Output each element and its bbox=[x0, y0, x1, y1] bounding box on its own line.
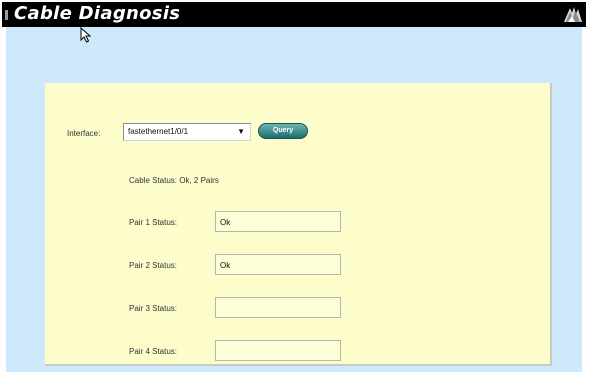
title-bar: Cable Diagnosis bbox=[2, 2, 586, 27]
pair-4-status-label: Pair 4 Status: bbox=[129, 347, 178, 356]
interface-label: Interface: bbox=[67, 129, 101, 138]
pair-3-status-label: Pair 3 Status: bbox=[129, 304, 178, 313]
diagnosis-panel: Interface: fastethernet1/0/1 ▼ Query Cab… bbox=[45, 83, 552, 366]
cisco-bridge-logo-icon bbox=[564, 7, 582, 22]
pair-2-status-label: Pair 2 Status: bbox=[129, 261, 178, 270]
interface-select[interactable]: fastethernet1/0/1 ▼ bbox=[123, 123, 251, 141]
query-button[interactable]: Query bbox=[258, 123, 308, 139]
pair-3-status-field bbox=[215, 297, 341, 318]
mouse-pointer-icon bbox=[80, 27, 92, 43]
pair-4-status-field bbox=[215, 340, 341, 361]
cable-status-text: Cable Status: Ok, 2 Pairs bbox=[129, 176, 219, 185]
pair-1-status-field: Ok bbox=[215, 211, 341, 232]
pair-2-status-value: Ok bbox=[220, 261, 231, 270]
pair-1-status-value: Ok bbox=[220, 218, 231, 227]
title-mark bbox=[5, 10, 8, 20]
pair-1-status-label: Pair 1 Status: bbox=[129, 218, 178, 227]
chevron-down-icon[interactable]: ▼ bbox=[237, 127, 245, 136]
content-area: Interface: fastethernet1/0/1 ▼ Query Cab… bbox=[6, 27, 582, 372]
page-title: Cable Diagnosis bbox=[14, 3, 181, 24]
interface-select-value: fastethernet1/0/1 bbox=[128, 127, 189, 136]
pair-2-status-field: Ok bbox=[215, 254, 341, 275]
